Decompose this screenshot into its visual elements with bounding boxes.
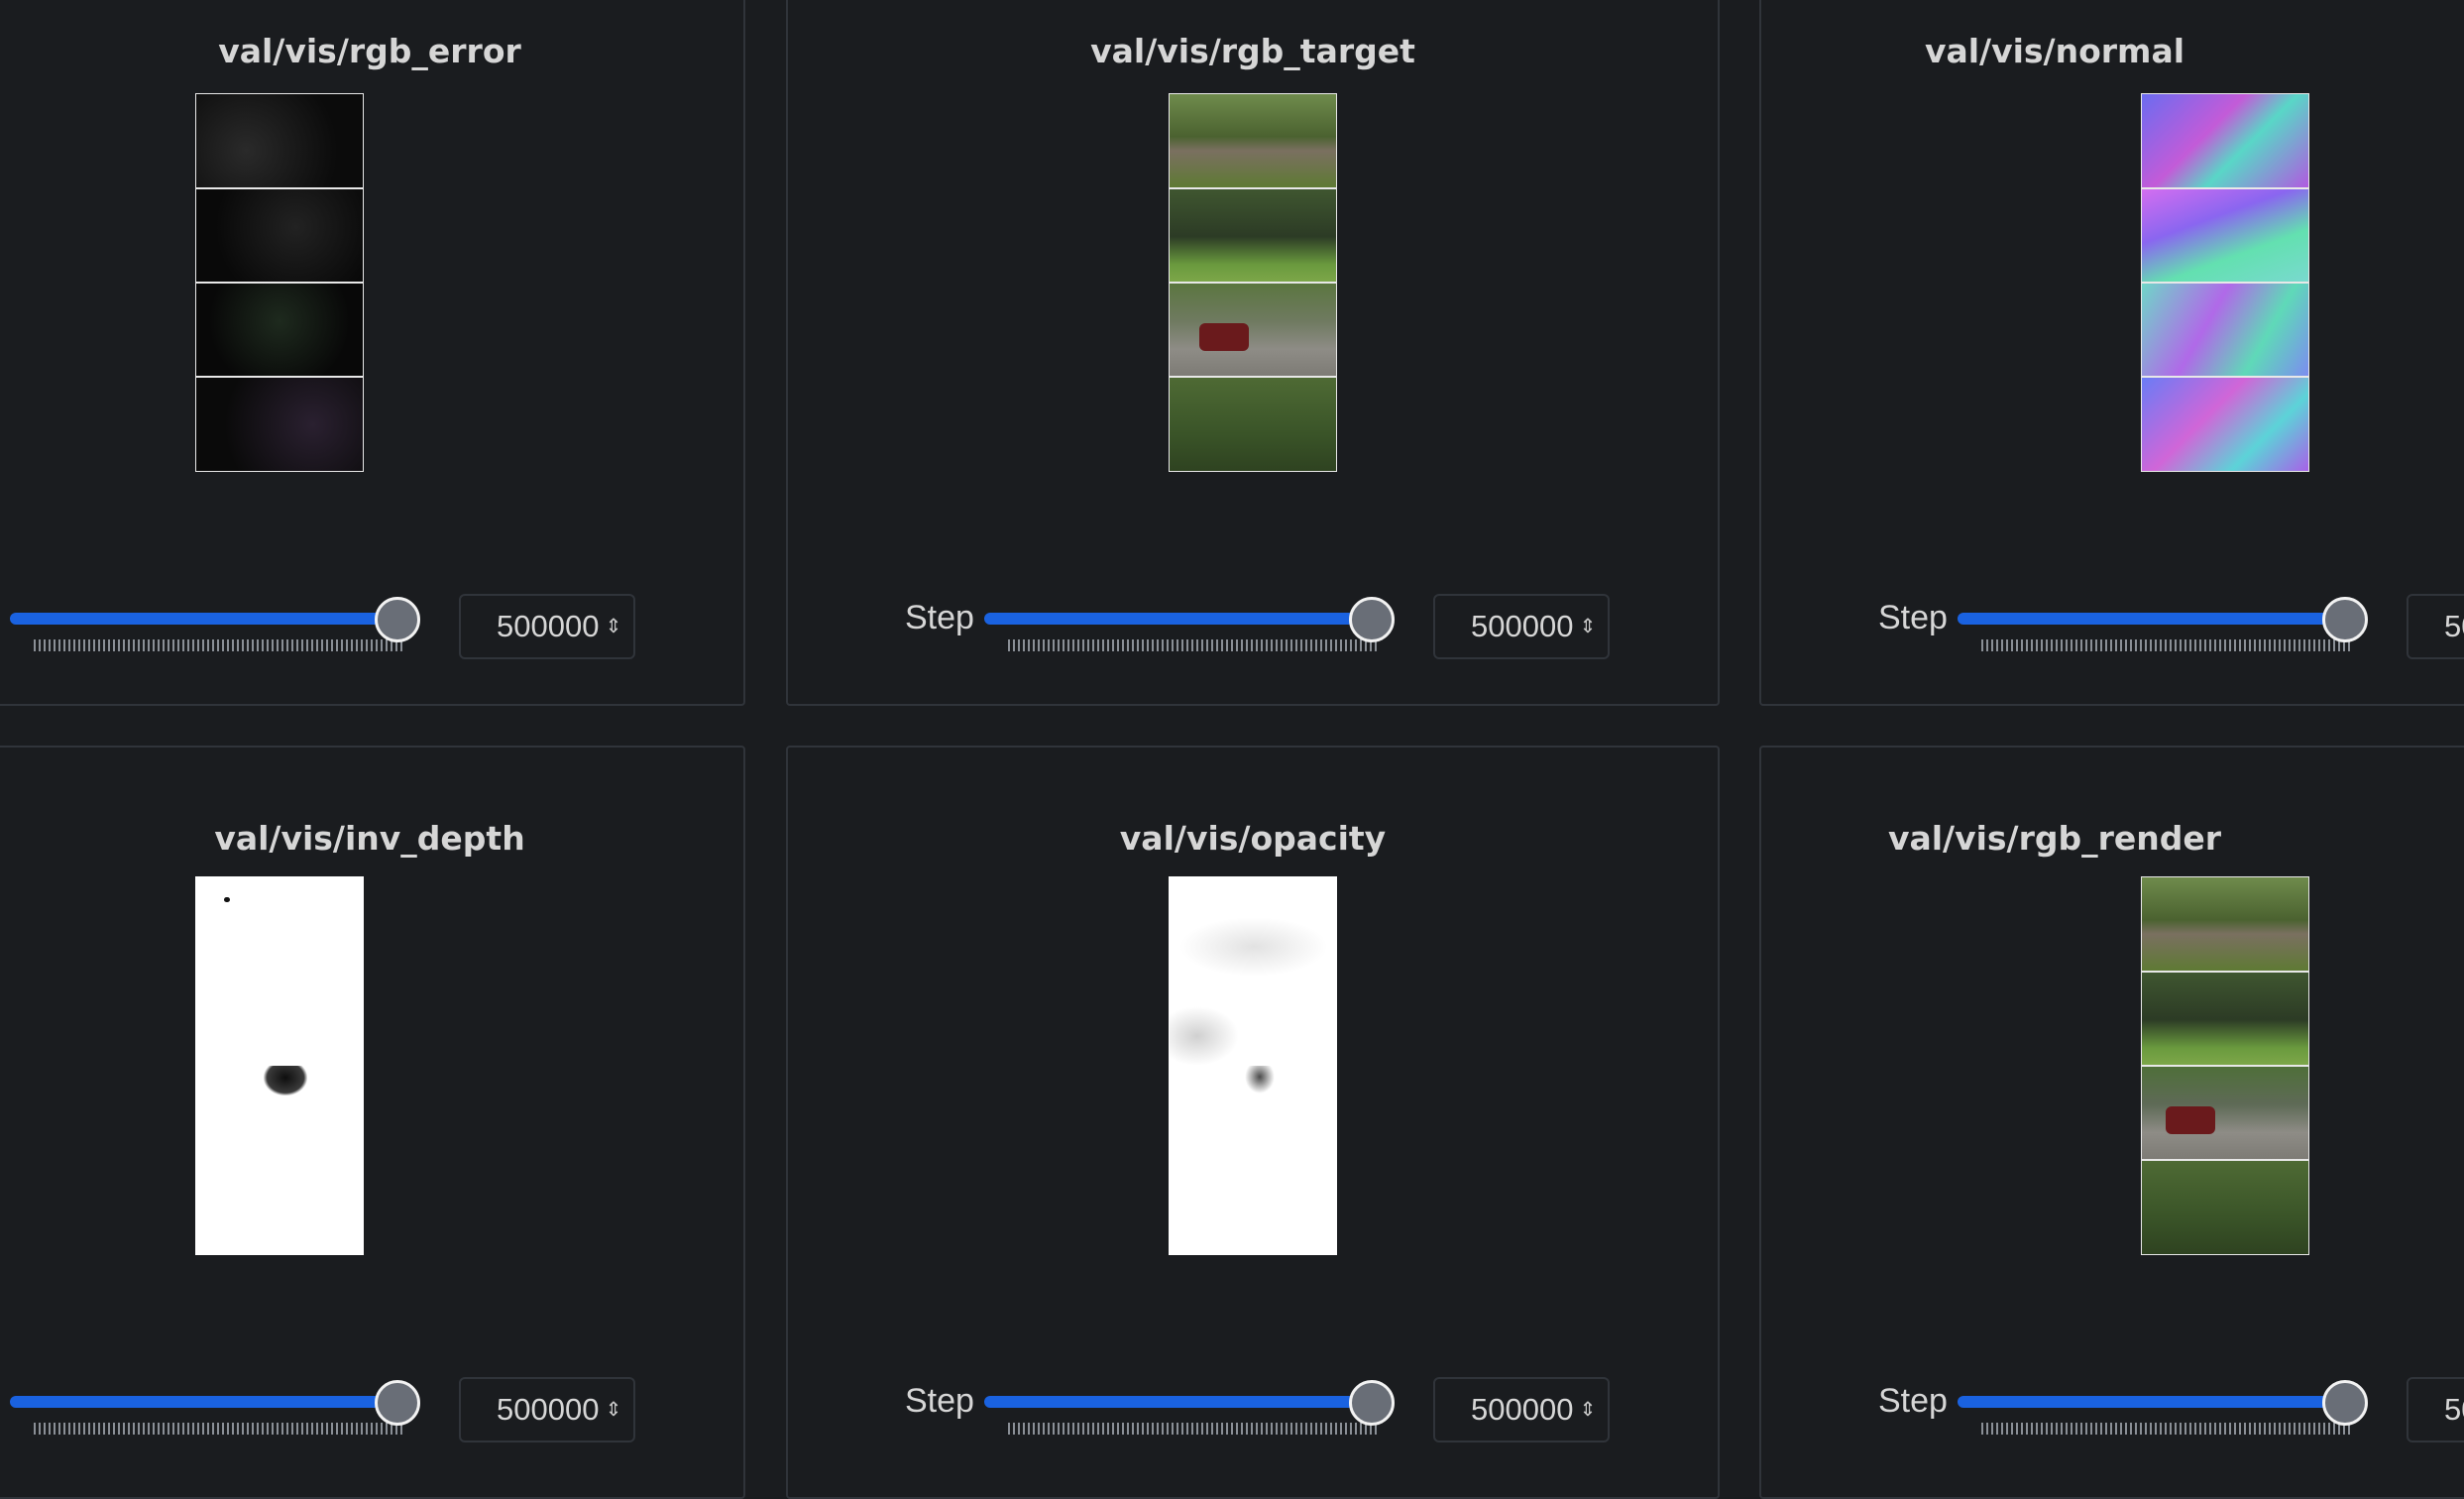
panel-title: val/vis/normal [1924,32,2185,70]
step-slider-track[interactable] [10,613,404,625]
step-label: Step [1878,1382,1948,1420]
step-slider-ticks [1981,639,2350,651]
slider-knob-icon[interactable] [2322,1380,2368,1426]
up-down-chevron-icon[interactable]: ⇕ [1579,617,1596,636]
slider-knob-icon[interactable] [375,1380,420,1426]
media-panel-rgb-error: val/vis/rgb_error 500000 ⇕ [0,0,745,706]
step-slider-ticks [1008,639,1377,651]
up-down-chevron-icon[interactable]: ⇕ [605,1400,621,1420]
step-label: Step [905,1382,974,1420]
step-input[interactable]: 500000 ⇕ [459,1377,635,1442]
step-input[interactable]: 50 [2407,594,2464,659]
step-value: 50 [2444,609,2464,643]
media-panel-inv-depth: val/vis/inv_depth 500000 ⇕ [0,746,745,1499]
step-slider-track[interactable] [10,1396,404,1408]
slider-knob-icon[interactable] [2322,597,2368,642]
step-label: Step [1878,599,1948,636]
step-slider-ticks [34,639,402,651]
step-input[interactable]: 500000 ⇕ [1433,594,1610,659]
step-slider-track[interactable] [984,1396,1379,1408]
panel-title: val/vis/opacity [1119,819,1387,858]
panel-title: val/vis/rgb_target [1090,32,1415,70]
image-thumbnail[interactable] [2141,93,2309,472]
media-panel-normal: val/vis/normal Step 50 [1759,0,2464,706]
step-input[interactable]: 500000 ⇕ [459,594,635,659]
slider-knob-icon[interactable] [1349,1380,1395,1426]
step-value: 500000 [497,1392,600,1427]
media-panel-rgb-render: val/vis/rgb_render Step 50 [1759,746,2464,1499]
step-slider-ticks [1008,1423,1377,1435]
panel-title: val/vis/inv_depth [214,819,525,858]
step-slider-ticks [1981,1423,2350,1435]
step-label: Step [905,599,974,636]
step-input[interactable]: 500000 ⇕ [1433,1377,1610,1442]
step-value: 500000 [497,609,600,643]
slider-knob-icon[interactable] [1349,597,1395,642]
image-thumbnail[interactable] [2141,876,2309,1255]
image-thumbnail[interactable] [1169,93,1337,472]
step-value: 500000 [1471,609,1574,643]
step-slider-track[interactable] [984,613,1379,625]
up-down-chevron-icon[interactable]: ⇕ [605,617,621,636]
step-slider-track[interactable] [1958,1396,2352,1408]
step-slider-track[interactable] [1958,613,2352,625]
step-slider-ticks [34,1423,402,1435]
step-value: 500000 [1471,1392,1574,1427]
up-down-chevron-icon[interactable]: ⇕ [1579,1400,1596,1420]
image-thumbnail[interactable] [1169,876,1337,1255]
step-input[interactable]: 50 [2407,1377,2464,1442]
step-value: 50 [2444,1392,2464,1427]
image-thumbnail[interactable] [195,93,364,472]
panel-title: val/vis/rgb_render [1887,819,2222,858]
image-thumbnail[interactable] [195,876,364,1255]
panel-title: val/vis/rgb_error [218,32,521,70]
media-panel-opacity: val/vis/opacity Step 500000 ⇕ [786,746,1720,1499]
slider-knob-icon[interactable] [375,597,420,642]
media-panel-rgb-target: val/vis/rgb_target Step 500000 ⇕ [786,0,1720,706]
